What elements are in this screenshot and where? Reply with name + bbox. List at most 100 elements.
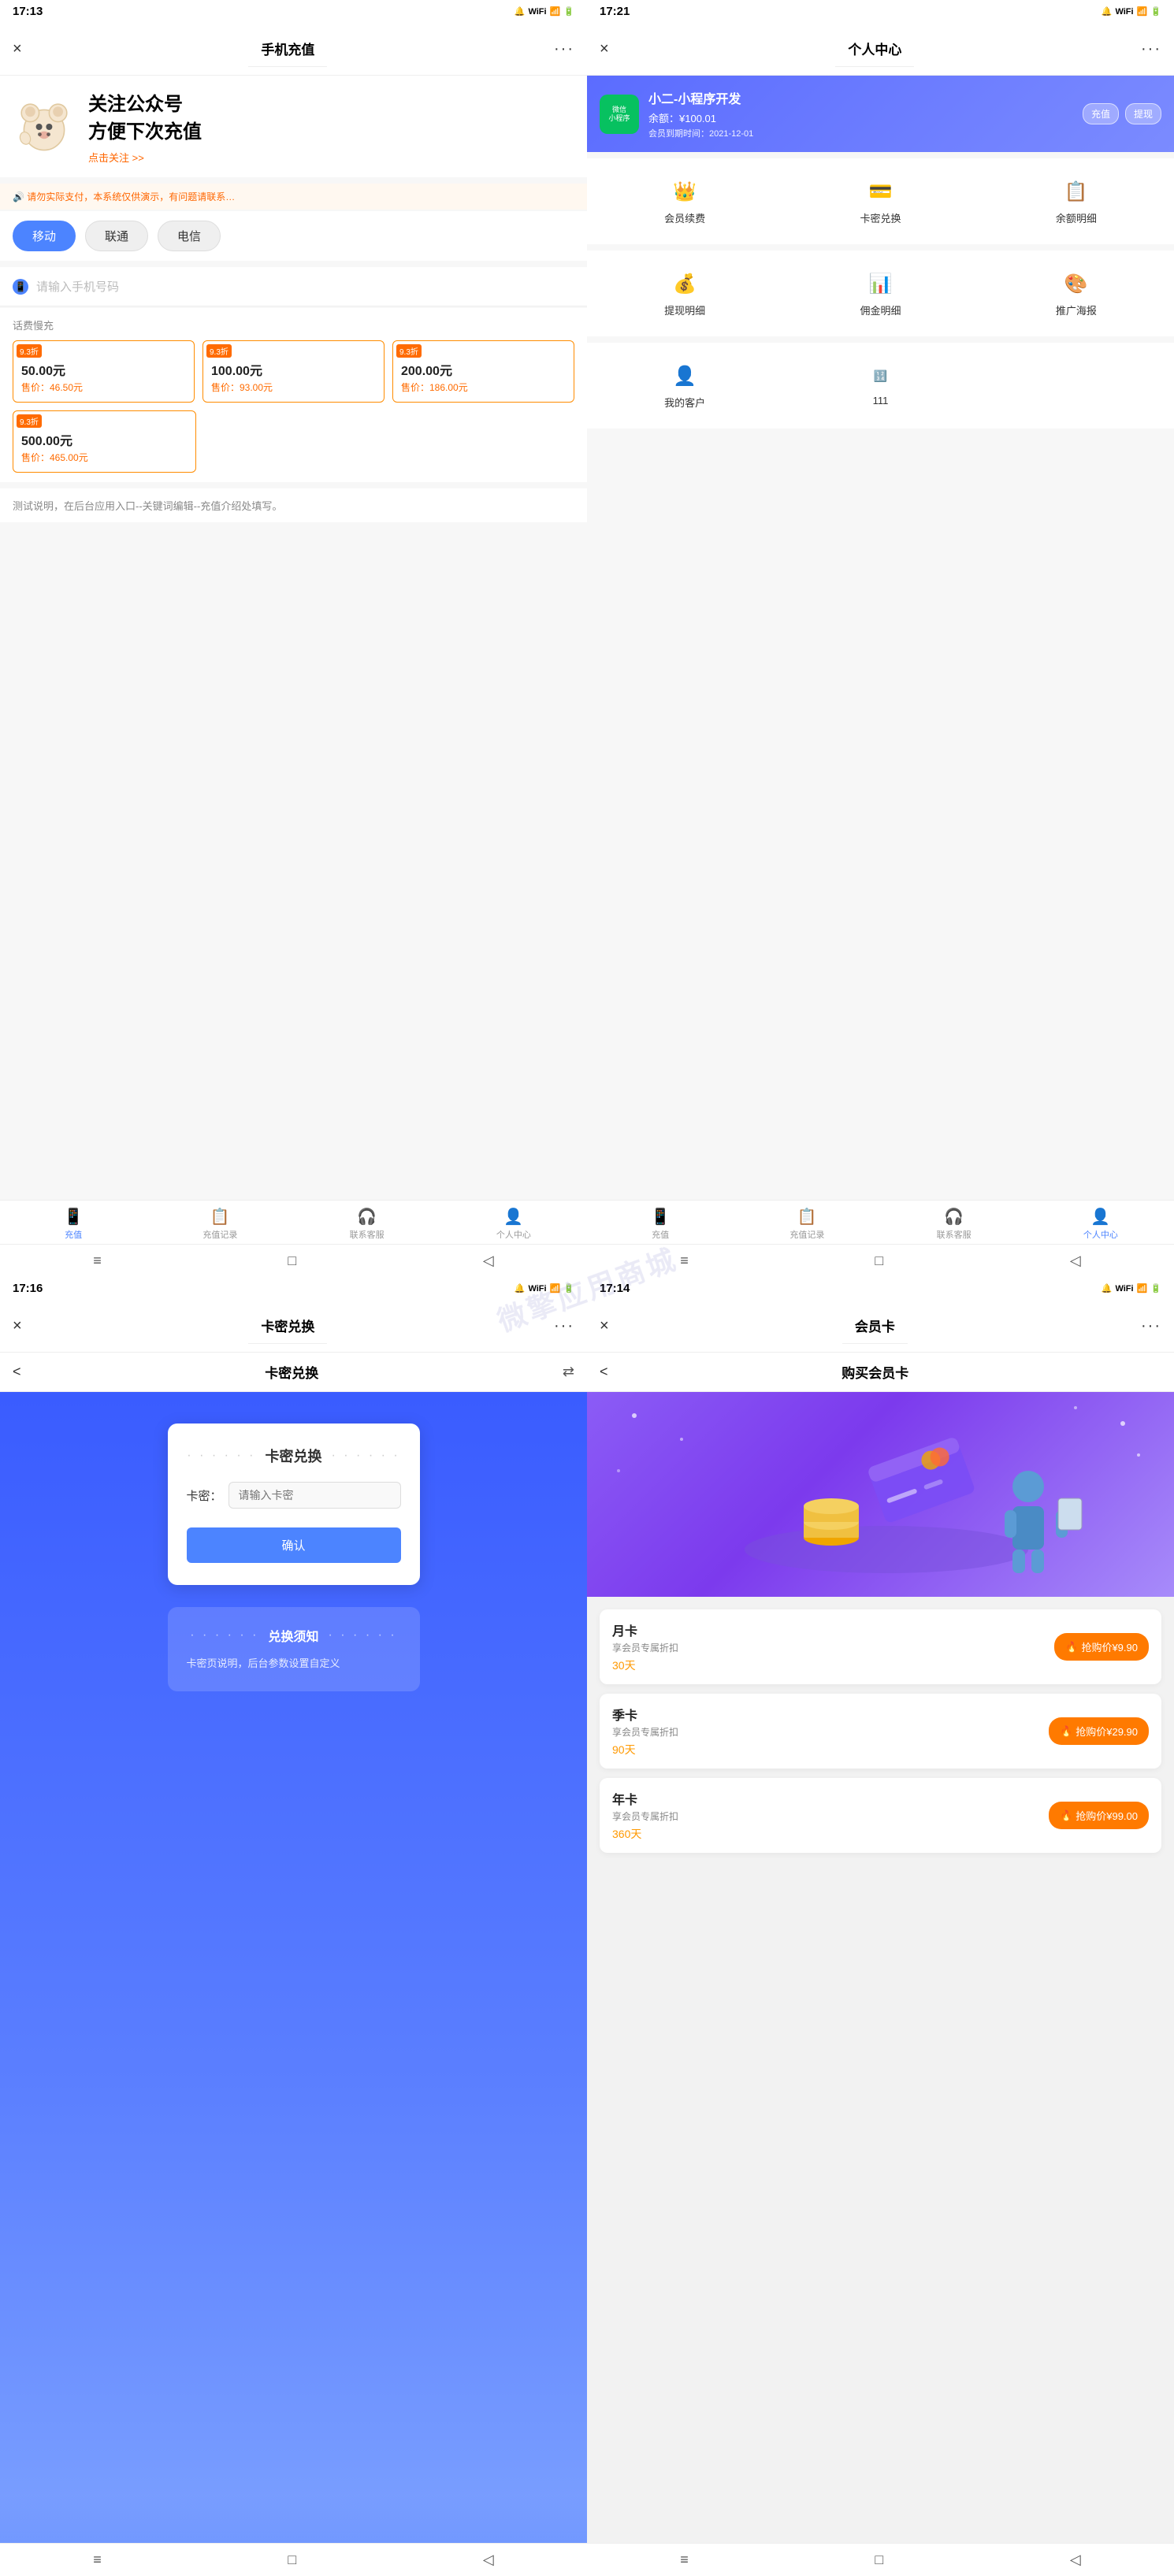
filter-btn-exchange[interactable]: ⇄ [563, 1364, 574, 1380]
android-menu[interactable]: ≡ [93, 1253, 102, 1269]
status-icons-membership: 🔔 WiFi 📶 🔋 [1102, 1283, 1161, 1294]
year-card-desc: 享会员专属折扣 [612, 1810, 1049, 1823]
more-btn-exchange[interactable]: ··· [554, 1317, 574, 1335]
discount-badge-100: 9.3折 [206, 344, 232, 358]
status-time-exchange: 17:16 [13, 1282, 43, 1295]
user-actions: 充值 提现 [1083, 103, 1161, 124]
back-btn-membership[interactable]: < [600, 1364, 608, 1380]
battery-icon-membership: 🔋 [1150, 1283, 1161, 1294]
nav-profile-active[interactable]: 👤 个人中心 [1027, 1207, 1174, 1241]
status-bar-recharge: 17:13 🔔 WiFi 📶 🔋 [0, 0, 587, 23]
month-card-info: 月卡 享会员专属折扣 30天 [612, 1620, 1054, 1673]
bottom-row: 17:16 🔔 WiFi 📶 🔋 × 卡密兑换 ··· < 卡密兑换 ⇄ [0, 1277, 1174, 2576]
card-dots-right: · · · · · · [332, 1449, 400, 1463]
nav-recharge-profile[interactable]: 📱 充值 [587, 1207, 734, 1241]
more-button-profile[interactable]: ··· [1141, 40, 1161, 58]
amount-card-50[interactable]: 9.3折 50.00元 售价：46.50元 [13, 340, 195, 403]
amount-value-50: 50.00元 [21, 360, 186, 379]
amount-value-100: 100.00元 [211, 360, 376, 379]
card-secret-input[interactable] [228, 1482, 401, 1509]
status-bar-membership: 17:14 🔔 WiFi 📶 🔋 [587, 1277, 1174, 1300]
recharge-action-btn[interactable]: 充值 [1083, 103, 1119, 124]
nav-service-profile[interactable]: 🎧 联系客服 [881, 1207, 1027, 1241]
withdraw-action-btn[interactable]: 提现 [1125, 103, 1161, 124]
menu-withdraw-detail[interactable]: 💰 提现明细 [587, 257, 782, 330]
service-icon-profile: 🎧 [945, 1207, 964, 1226]
page-title-exchange: 卡密兑换 [248, 1308, 327, 1344]
android-home-exchange[interactable]: □ [288, 2552, 296, 2568]
status-icons-profile: 🔔 WiFi 📶 🔋 [1102, 6, 1161, 17]
back-btn-exchange[interactable]: < [13, 1364, 21, 1380]
page-title-membership: 会员卡 [842, 1308, 908, 1344]
logo-text: 微信小程序 [608, 106, 630, 123]
records-icon-profile: 📋 [797, 1207, 816, 1226]
nav-recharge-label-profile: 充值 [652, 1228, 669, 1241]
nav-recharge-records[interactable]: 📋 充值记录 [147, 1207, 293, 1241]
carrier-tab-telecom[interactable]: 电信 [158, 221, 221, 251]
carrier-tab-mobile[interactable]: 移动 [13, 221, 76, 251]
buy-year-card-btn[interactable]: 🔥 抢购价¥99.00 [1049, 1802, 1149, 1829]
nav-records-profile[interactable]: 📋 充值记录 [734, 1207, 880, 1241]
phone-placeholder[interactable]: 请输入手机号码 [36, 278, 119, 295]
membership-screen: 17:14 🔔 WiFi 📶 🔋 × 会员卡 ··· < 购买会员卡 [587, 1277, 1174, 2576]
signal-icon-membership: 📶 [1137, 1283, 1148, 1294]
more-btn-membership[interactable]: ··· [1141, 1317, 1161, 1335]
nav-bar-recharge: × 手机充值 ··· [0, 23, 587, 76]
more-button[interactable]: ··· [554, 40, 574, 58]
menu-commission-detail[interactable]: 📊 佣金明细 [782, 257, 978, 330]
carrier-tab-unicom[interactable]: 联通 [85, 221, 148, 251]
profile-icon-active: 👤 [1091, 1207, 1110, 1226]
menu-member-renew[interactable]: 👑 会员续费 [587, 165, 782, 238]
hero-banner-membership [587, 1392, 1174, 1597]
amount-card-100[interactable]: 9.3折 100.00元 售价：93.00元 [202, 340, 385, 403]
records-nav-icon: 📋 [210, 1207, 229, 1226]
menu-my-customers[interactable]: 👤 我的客户 [587, 349, 782, 422]
menu-111[interactable]: 🔢 111 [782, 349, 978, 422]
card-exchange-screen: 17:16 🔔 WiFi 📶 🔋 × 卡密兑换 ··· < 卡密兑换 ⇄ [0, 1277, 587, 2576]
amount-card-200[interactable]: 9.3折 200.00元 售价：186.00元 [392, 340, 574, 403]
wifi-icon-profile: WiFi [1115, 7, 1133, 17]
sub-nav-membership: < 购买会员卡 [587, 1353, 1174, 1392]
year-card-info: 年卡 享会员专属折扣 360天 [612, 1789, 1049, 1842]
balance-text: 余额：¥100.01 [648, 110, 1073, 125]
nav-profile[interactable]: 👤 个人中心 [440, 1207, 587, 1241]
android-nav-membership: ≡ □ ◁ [587, 2543, 1174, 2576]
android-menu-membership[interactable]: ≡ [680, 2552, 689, 2568]
sale-price-500: 售价：465.00元 [21, 451, 188, 464]
android-menu-profile[interactable]: ≡ [680, 1253, 689, 1269]
nav-customer-service[interactable]: 🎧 联系客服 [294, 1207, 440, 1241]
android-home[interactable]: □ [288, 1253, 296, 1269]
buy-season-card-btn[interactable]: 🔥 抢购价¥29.90 [1049, 1717, 1149, 1745]
wifi-icon-exchange: WiFi [528, 1284, 546, 1294]
confirm-exchange-btn[interactable]: 确认 [187, 1527, 401, 1563]
buy-month-card-btn[interactable]: 🔥 抢购价¥9.90 [1054, 1633, 1149, 1661]
android-home-membership[interactable]: □ [875, 2552, 883, 2568]
menu-promo-poster[interactable]: 🎨 推广海报 [979, 257, 1174, 330]
android-back-membership[interactable]: ◁ [1070, 2552, 1081, 2568]
android-back-exchange[interactable]: ◁ [483, 2552, 494, 2568]
follow-button[interactable]: 点击关注 >> [88, 150, 202, 165]
amount-section: 话费慢充 9.3折 50.00元 售价：46.50元 9.3折 100.00元 … [0, 308, 587, 482]
android-back-profile[interactable]: ◁ [1070, 1253, 1081, 1269]
page-title-recharge: 手机充值 [248, 31, 327, 67]
amount-card-500[interactable]: 9.3折 500.00元 售价：465.00元 [13, 410, 196, 473]
close-button-profile[interactable]: × [600, 40, 609, 58]
poster-icon: 🎨 [1062, 269, 1090, 298]
warning-bar: 🔊 请勿实际支付，本系统仅供演示，有问题请联系… [0, 184, 587, 210]
wave-decoration [0, 2496, 587, 2543]
season-card: 季卡 享会员专属折扣 90天 🔥 抢购价¥29.90 [600, 1694, 1161, 1769]
menu-balance-detail[interactable]: 📋 余额明细 [979, 165, 1174, 238]
membership-cards-list: 月卡 享会员专属折扣 30天 🔥 抢购价¥9.90 季卡 享会员专属折扣 90天… [587, 1597, 1174, 1865]
status-time-profile: 17:21 [600, 5, 630, 18]
notification-icon: 🔔 [515, 6, 526, 17]
nav-recharge[interactable]: 📱 充值 [0, 1207, 147, 1241]
android-back[interactable]: ◁ [483, 1253, 494, 1269]
android-menu-exchange[interactable]: ≡ [93, 2552, 102, 2568]
close-button[interactable]: × [13, 40, 22, 58]
menu-card-exchange[interactable]: 💳 卡密兑换 [782, 165, 978, 238]
notification-icon-membership: 🔔 [1102, 1283, 1113, 1294]
close-btn-exchange[interactable]: × [13, 1317, 22, 1335]
close-btn-membership[interactable]: × [600, 1317, 609, 1335]
android-home-profile[interactable]: □ [875, 1253, 883, 1269]
year-card-duration: 360天 [612, 1826, 1049, 1842]
